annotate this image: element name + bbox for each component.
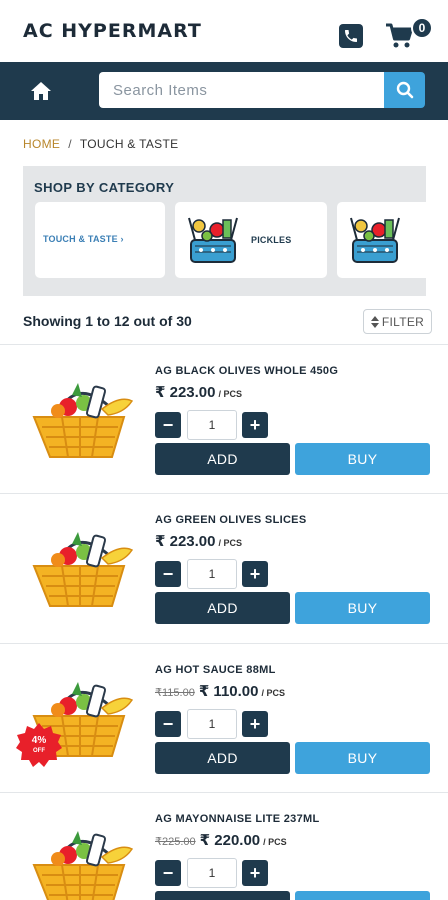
home-icon bbox=[31, 82, 51, 100]
breadcrumb: HOME / TOUCH & TASTE bbox=[23, 137, 178, 151]
buy-now-button[interactable]: BUY bbox=[295, 891, 430, 900]
home-button[interactable] bbox=[28, 78, 54, 104]
category-card-next[interactable] bbox=[337, 202, 426, 278]
sort-arrows-icon bbox=[370, 315, 379, 328]
product-card: 4% OFF AG HOT SAUCE 88ML ₹115.00 ₹ 110.00/… bbox=[0, 643, 448, 793]
qty-increase-button[interactable]: + bbox=[242, 412, 268, 438]
category-card-touch-taste[interactable]: TOUCH & TASTE › bbox=[35, 202, 165, 278]
brand-logo[interactable]: AC HYPERMART bbox=[23, 20, 202, 42]
product-name[interactable]: AG GREEN OLIVES SLICES bbox=[155, 514, 306, 526]
product-unit: / PCS bbox=[263, 837, 287, 847]
qty-decrease-button[interactable]: − bbox=[155, 711, 181, 737]
category-label: PICKLES bbox=[251, 235, 292, 245]
add-to-cart-button[interactable]: ADD bbox=[155, 742, 290, 774]
qty-input[interactable] bbox=[187, 410, 237, 440]
category-panel: SHOP BY CATEGORY TOUCH & TASTE › PICKLES bbox=[23, 166, 426, 296]
top-header: AC HYPERMART 0 bbox=[0, 0, 448, 62]
category-label: TOUCH & TASTE › bbox=[43, 234, 124, 244]
qty-increase-button[interactable]: + bbox=[242, 860, 268, 886]
qty-decrease-button[interactable]: − bbox=[155, 412, 181, 438]
breadcrumb-separator: / bbox=[68, 137, 72, 151]
grocery-basket-icon[interactable] bbox=[28, 524, 138, 614]
search-icon bbox=[396, 81, 413, 99]
qty-increase-button[interactable]: + bbox=[242, 561, 268, 587]
buy-now-button[interactable]: BUY bbox=[295, 443, 430, 475]
qty-input[interactable] bbox=[187, 559, 237, 589]
product-unit: / PCS bbox=[218, 538, 242, 548]
product-old-price: ₹115.00 bbox=[155, 687, 195, 699]
product-price: ₹ 220.00 bbox=[199, 832, 261, 849]
search-bar bbox=[0, 62, 448, 120]
category-card-pickles[interactable]: PICKLES bbox=[175, 202, 327, 278]
product-price-row: ₹ 223.00/ PCS bbox=[155, 383, 242, 401]
cart-count-badge: 0 bbox=[411, 17, 433, 39]
search-field bbox=[99, 72, 384, 108]
product-card: AG MAYONNAISE LITE 237ML ₹225.00 ₹ 220.00… bbox=[0, 792, 448, 900]
picnic-basket-icon bbox=[188, 217, 238, 263]
breadcrumb-current: TOUCH & TASTE bbox=[79, 137, 179, 151]
phone-icon bbox=[345, 30, 357, 42]
qty-decrease-button[interactable]: − bbox=[155, 561, 181, 587]
category-title: SHOP BY CATEGORY bbox=[34, 180, 175, 195]
product-price: ₹ 223.00 bbox=[155, 533, 216, 550]
grocery-basket-icon[interactable] bbox=[28, 375, 138, 465]
add-to-cart-button[interactable]: ADD bbox=[155, 891, 290, 900]
qty-increase-button[interactable]: + bbox=[242, 711, 268, 737]
product-price-row: ₹115.00 ₹ 110.00/ PCS bbox=[155, 682, 285, 700]
product-name[interactable]: AG BLACK OLIVES WHOLE 450G bbox=[155, 365, 338, 377]
discount-badge: 4% OFF bbox=[31, 735, 47, 755]
breadcrumb-home[interactable]: HOME bbox=[23, 137, 60, 151]
buy-now-button[interactable]: BUY bbox=[295, 742, 430, 774]
product-card: AG BLACK OLIVES WHOLE 450G ₹ 223.00/ PCS… bbox=[0, 344, 448, 494]
product-unit: / PCS bbox=[218, 389, 242, 399]
filter-label: FILTER bbox=[381, 314, 425, 329]
qty-decrease-button[interactable]: − bbox=[155, 860, 181, 886]
buy-now-button[interactable]: BUY bbox=[295, 592, 430, 624]
product-unit: / PCS bbox=[261, 688, 285, 698]
qty-input[interactable] bbox=[187, 858, 237, 888]
product-name[interactable]: AG MAYONNAISE LITE 237ML bbox=[155, 813, 320, 825]
phone-button[interactable] bbox=[339, 24, 363, 48]
filter-button[interactable]: FILTER bbox=[363, 309, 432, 334]
qty-input[interactable] bbox=[187, 709, 237, 739]
picnic-basket-icon bbox=[350, 217, 400, 263]
product-name[interactable]: AG HOT SAUCE 88ML bbox=[155, 664, 276, 676]
add-to-cart-button[interactable]: ADD bbox=[155, 592, 290, 624]
search-button[interactable] bbox=[384, 72, 425, 108]
search-input[interactable] bbox=[99, 72, 384, 108]
add-to-cart-button[interactable]: ADD bbox=[155, 443, 290, 475]
product-price-row: ₹225.00 ₹ 220.00/ PCS bbox=[155, 831, 287, 849]
product-price: ₹ 223.00 bbox=[155, 384, 216, 401]
product-card: AG GREEN OLIVES SLICES ₹ 223.00/ PCS − +… bbox=[0, 493, 448, 643]
product-price: ₹ 110.00 bbox=[198, 683, 259, 700]
grocery-basket-icon[interactable] bbox=[28, 823, 138, 900]
results-summary: Showing 1 to 12 out of 30 bbox=[23, 313, 192, 329]
product-old-price: ₹225.00 bbox=[155, 836, 196, 848]
product-price-row: ₹ 223.00/ PCS bbox=[155, 532, 242, 550]
